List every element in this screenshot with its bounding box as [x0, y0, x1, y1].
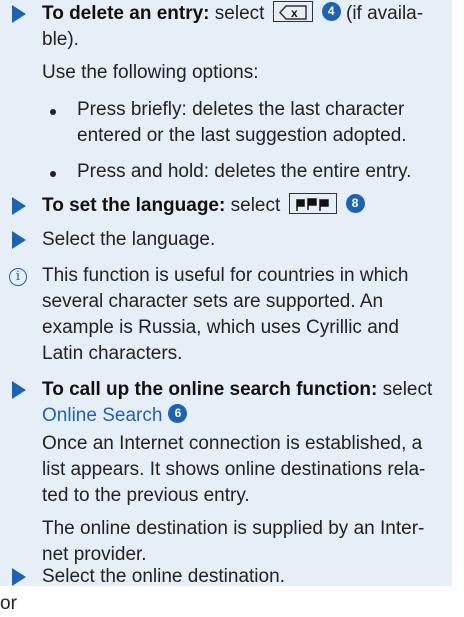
- online-desc-line1: Once an Internet connection is establish…: [42, 433, 423, 454]
- info-note-line1: This function is useful for countries in…: [42, 265, 409, 286]
- online-search-label[interactable]: Online Search: [42, 405, 162, 426]
- step-arrow-icon: [12, 381, 26, 399]
- backspace-x: x: [291, 6, 298, 20]
- step-arrow-icon: [12, 568, 26, 586]
- select-word: select: [225, 195, 281, 216]
- online-desc-line3: ted to the previous entry.: [42, 485, 250, 506]
- online-heading: To call up the online search function:: [42, 379, 378, 400]
- bullet-icon: [50, 171, 56, 177]
- backspace-icon: x: [272, 1, 313, 23]
- info-note-line3: example is Russia, which uses Cyrillic a…: [42, 317, 399, 338]
- or-text: or: [0, 593, 17, 614]
- delete-suffix: (if availa-: [346, 3, 424, 24]
- option-press-briefly-cont: entered or the last suggestion adopted.: [77, 125, 407, 146]
- online-step: To call up the online search function: s…: [42, 377, 432, 403]
- provider-line1: The online destination is supplied by an…: [42, 518, 425, 539]
- info-icon: i: [9, 268, 27, 286]
- online-option: Online Search 6: [42, 403, 188, 429]
- callout-6: 6: [168, 404, 188, 424]
- callout-4: 4: [321, 2, 341, 22]
- step-arrow-icon: [12, 231, 26, 249]
- option-press-briefly: Press briefly: deletes the last characte…: [77, 99, 405, 120]
- step-arrow-icon: [12, 5, 26, 23]
- info-note-line4: Latin characters.: [42, 343, 183, 364]
- delete-heading: To delete an entry:: [42, 3, 210, 24]
- callout-8: 8: [345, 194, 365, 214]
- select-language: Select the language.: [42, 229, 216, 250]
- language-heading: To set the language:: [42, 195, 226, 216]
- select-online-destination: Select the online destination.: [42, 566, 285, 587]
- step-arrow-icon: [12, 197, 26, 215]
- online-desc-line2: list appears. It shows online destinatio…: [42, 459, 426, 480]
- bullet-icon: [50, 109, 56, 115]
- select-word: select: [209, 3, 265, 24]
- option-press-hold: Press and hold: deletes the entire entry…: [77, 161, 412, 182]
- delete-wrap: ble).: [42, 29, 79, 50]
- delete-step: To delete an entry: select x 4 (if avail…: [42, 1, 423, 27]
- select-word: select: [377, 379, 433, 400]
- language-step: To set the language: select 8: [42, 193, 365, 219]
- info-note-line2: several character sets are supported. An: [42, 291, 384, 312]
- flags-icon: [288, 193, 337, 215]
- options-intro: Use the following options:: [42, 62, 259, 83]
